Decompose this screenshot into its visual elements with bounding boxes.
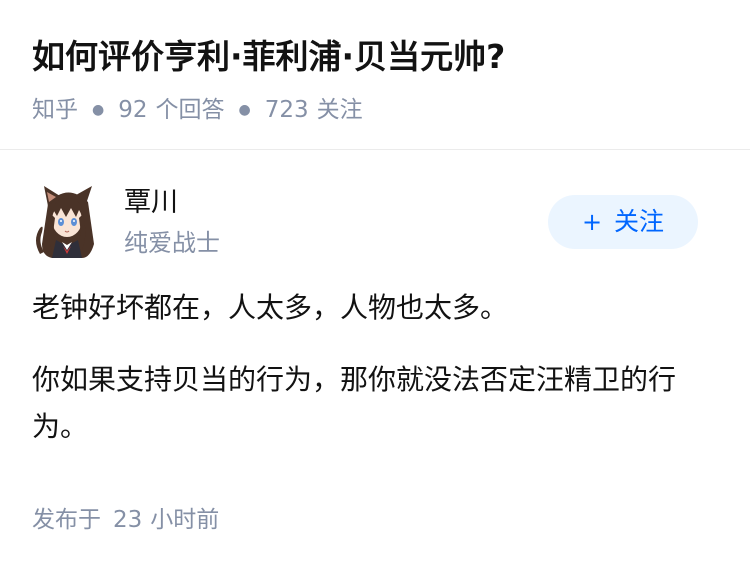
answer-content[interactable]: 老钟好坏都在，人太多，人物也太多。 你如果支持贝当的行为，那你就没法否定汪精卫的… xyxy=(32,284,718,475)
answer-count: 92 xyxy=(118,97,148,123)
follow-count: 723 xyxy=(264,97,309,123)
separator-dot: ● xyxy=(92,102,105,118)
source-label[interactable]: 知乎 xyxy=(32,97,78,123)
time-value: 23 xyxy=(113,507,143,533)
follow-button[interactable]: + 关注 xyxy=(548,195,698,249)
answer-timestamp: 发布于 23 小时前 xyxy=(32,502,219,538)
answer-paragraph: 你如果支持贝当的行为，那你就没法否定汪精卫的行为。 xyxy=(32,363,677,443)
follow-count-label: 关注 xyxy=(316,97,363,123)
plus-icon: + xyxy=(581,208,603,236)
author-avatar[interactable] xyxy=(32,184,102,258)
separator-dot: ● xyxy=(238,102,251,118)
answer-count-label: 个回答 xyxy=(155,97,225,123)
time-prefix: 发布于 xyxy=(32,507,101,533)
question-title[interactable]: 如何评价亨利·菲利浦·贝当元帅? xyxy=(32,34,505,80)
anime-girl-avatar-icon xyxy=(36,186,94,258)
question-header: 如何评价亨利·菲利浦·贝当元帅? 知乎 ● 92 个回答 ● 723 关注 xyxy=(0,0,750,150)
answer-page: 如何评价亨利·菲利浦·贝当元帅? 知乎 ● 92 个回答 ● 723 关注 覃川… xyxy=(0,0,750,570)
question-meta: 知乎 ● 92 个回答 ● 723 关注 xyxy=(32,92,363,128)
author-bio: 纯爱战士 xyxy=(124,229,220,257)
author-name[interactable]: 覃川 xyxy=(124,184,178,222)
answer-paragraph: 老钟好坏都在，人太多，人物也太多。 xyxy=(32,291,509,324)
follow-button-label: 关注 xyxy=(614,207,665,236)
time-suffix: 小时前 xyxy=(150,507,220,533)
